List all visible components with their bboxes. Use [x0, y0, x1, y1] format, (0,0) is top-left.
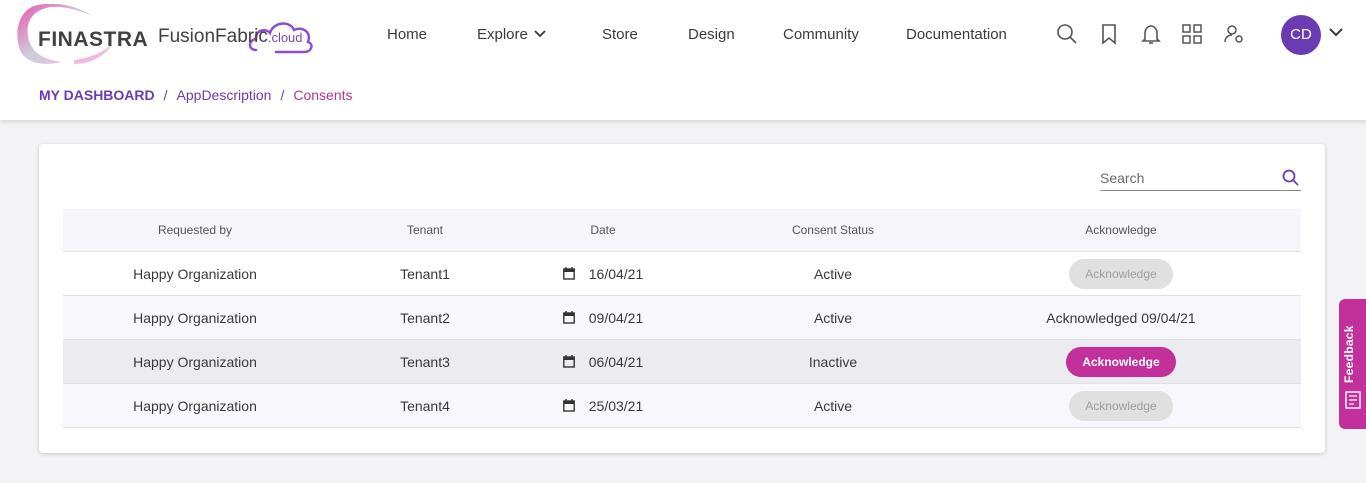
status-cell: Active [813, 309, 853, 326]
nav-explore-label: Explore [477, 26, 528, 43]
nav-design[interactable]: Design [688, 26, 735, 43]
fusionfabric-logo[interactable]: FusionFabric.cloud [158, 16, 328, 60]
header-status[interactable]: Consent Status [763, 209, 903, 251]
bookmark-icon[interactable] [1097, 22, 1121, 46]
table-row: Happy Organization Tenant4 25/03/21 Acti… [63, 384, 1301, 428]
table-row: Happy Organization Tenant1 16/04/21 Acti… [63, 252, 1301, 296]
acknowledge-cell: Acknowledge [1021, 340, 1221, 383]
consents-card: Requested by Tenant Date Consent Status … [39, 144, 1325, 453]
table-row: Happy Organization Tenant2 09/04/21 Acti… [63, 296, 1301, 340]
date-value: 25/03/21 [588, 397, 644, 414]
product-suffix: .cloud [267, 30, 303, 45]
acknowledge-cell: Acknowledge [1021, 384, 1221, 427]
header-tenant[interactable]: Tenant [363, 209, 487, 251]
bell-icon[interactable] [1139, 22, 1163, 46]
chevron-down-icon [534, 30, 546, 38]
acknowledge-cell: Acknowledged 09/04/21 [1021, 296, 1221, 339]
breadcrumb-separator: / [280, 87, 285, 103]
date-value: 06/04/21 [588, 353, 644, 370]
feedback-form-icon [1345, 391, 1361, 409]
chevron-down-icon[interactable] [1329, 28, 1343, 37]
acknowledge-button[interactable]: Acknowledge [1066, 346, 1176, 377]
breadcrumb: MY DASHBOARD / AppDescription / Consents [39, 87, 353, 103]
table-row: Happy Organization Tenant3 06/04/21 Inac… [63, 340, 1301, 384]
tenant-cell: Tenant3 [400, 353, 450, 370]
acknowledged-text: Acknowledged 09/04/21 [1046, 309, 1196, 326]
tenant-cell: Tenant4 [400, 397, 450, 414]
fusionfabric-wordmark: FusionFabric.cloud [158, 26, 303, 48]
date-cell: 25/03/21 [543, 384, 663, 427]
header-requested-by[interactable]: Requested by [95, 209, 295, 251]
breadcrumb-consents: Consents [293, 87, 353, 103]
breadcrumb-dashboard[interactable]: MY DASHBOARD [39, 87, 155, 103]
header-date[interactable]: Date [543, 209, 663, 251]
requested-by-cell: Happy Organization [133, 265, 257, 282]
nav-documentation[interactable]: Documentation [906, 26, 1007, 43]
table-header: Requested by Tenant Date Consent Status … [63, 209, 1301, 252]
consents-table: Requested by Tenant Date Consent Status … [63, 209, 1301, 428]
search-input[interactable] [1100, 168, 1275, 188]
date-value: 09/04/21 [588, 309, 644, 326]
search-icon[interactable] [1281, 168, 1301, 188]
tenant-cell: Tenant1 [400, 265, 450, 282]
requested-by-cell: Happy Organization [133, 309, 257, 326]
search-box [1100, 166, 1301, 191]
product-name: FusionFabric [158, 26, 268, 47]
avatar[interactable]: CD [1281, 15, 1321, 55]
top-header: FINASTRA FusionFabric.cloud Home Explore… [0, 0, 1366, 120]
nav-explore[interactable]: Explore [477, 26, 546, 43]
acknowledge-button[interactable]: Acknowledge [1069, 390, 1173, 421]
tenant-cell: Tenant2 [400, 309, 450, 326]
calendar-icon [562, 267, 575, 280]
calendar-icon [562, 355, 575, 368]
user-settings-icon[interactable] [1222, 22, 1246, 46]
acknowledge-button[interactable]: Acknowledge [1069, 258, 1173, 289]
breadcrumb-appdescription[interactable]: AppDescription [177, 87, 272, 103]
feedback-tab[interactable]: Feedback [1339, 299, 1366, 429]
nav-home[interactable]: Home [387, 26, 427, 43]
header-acknowledge[interactable]: Acknowledge [1021, 209, 1221, 251]
grid-icon[interactable] [1180, 22, 1204, 46]
nav-community[interactable]: Community [783, 26, 859, 43]
nav-store[interactable]: Store [602, 26, 638, 43]
feedback-label: Feedback [1342, 325, 1356, 383]
calendar-icon [562, 399, 575, 412]
date-value: 16/04/21 [588, 265, 644, 282]
calendar-icon [562, 311, 575, 324]
status-cell: Active [813, 397, 853, 414]
finastra-wordmark: FINASTRA [38, 28, 149, 51]
breadcrumb-separator: / [163, 87, 168, 103]
finastra-logo[interactable]: FINASTRA [14, 4, 174, 68]
status-cell: Inactive [808, 353, 858, 370]
status-cell: Active [813, 265, 853, 282]
date-cell: 06/04/21 [543, 340, 663, 383]
date-cell: 16/04/21 [543, 252, 663, 295]
date-cell: 09/04/21 [543, 296, 663, 339]
requested-by-cell: Happy Organization [133, 353, 257, 370]
search-icon[interactable] [1055, 22, 1079, 46]
acknowledge-cell: Acknowledge [1021, 252, 1221, 295]
requested-by-cell: Happy Organization [133, 397, 257, 414]
